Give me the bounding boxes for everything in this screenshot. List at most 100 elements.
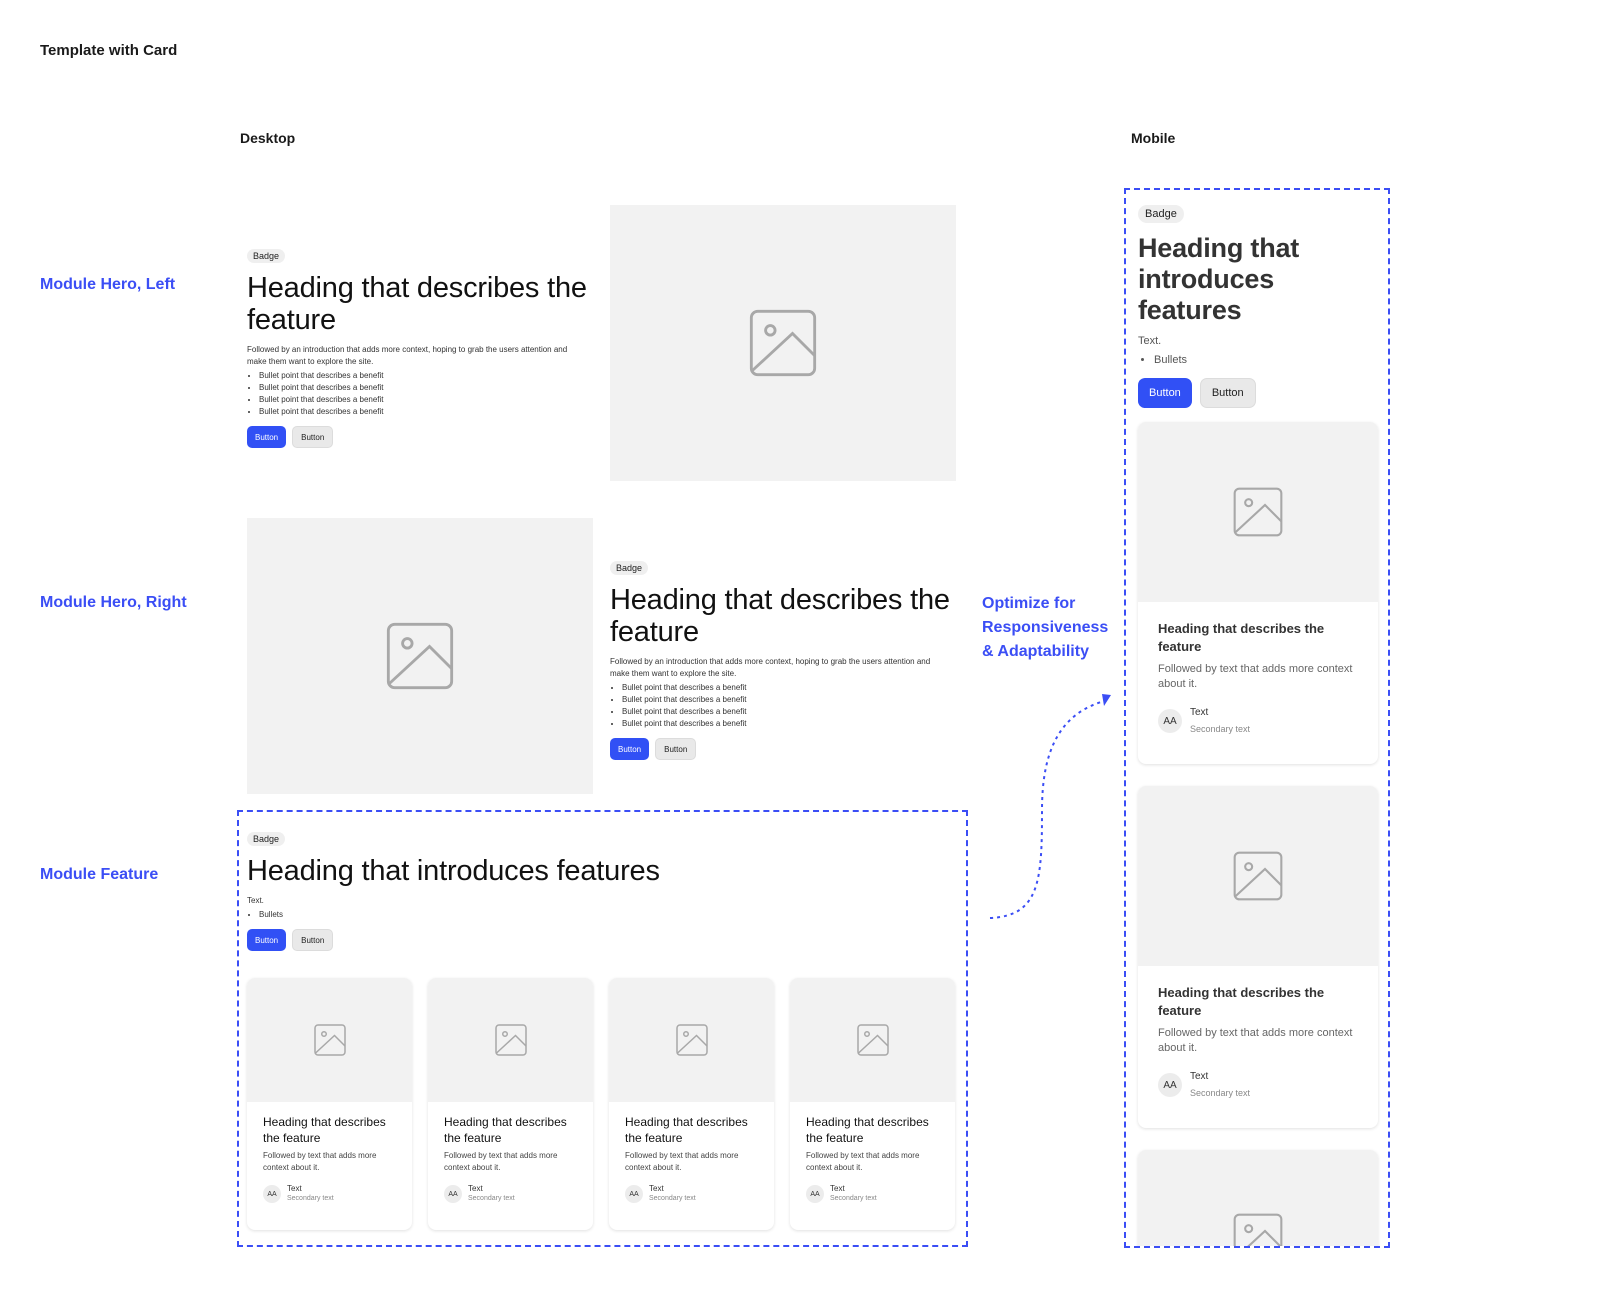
card-meta-secondary: Secondary text bbox=[649, 1195, 696, 1202]
bullet-item: Bullets bbox=[259, 909, 947, 921]
card-meta: AA Text Secondary text bbox=[263, 1184, 396, 1204]
hero-left-bullets: Bullet point that describes a benefit Bu… bbox=[247, 370, 587, 418]
card-meta-secondary: Secondary text bbox=[1190, 1088, 1251, 1098]
card-body: Followed by text that adds more context … bbox=[806, 1151, 920, 1172]
avatar: AA bbox=[806, 1185, 824, 1203]
card-image bbox=[1138, 786, 1378, 966]
feature-buttons: Button Button bbox=[247, 929, 947, 951]
avatar: AA bbox=[625, 1185, 643, 1203]
card-meta-text: Text bbox=[1190, 1071, 1209, 1082]
feature-card[interactable]: Heading that describes the feature Follo… bbox=[428, 978, 593, 1230]
hero-left-badge: Badge bbox=[247, 249, 286, 263]
primary-button[interactable]: Button bbox=[247, 426, 287, 448]
card-image bbox=[1138, 1150, 1378, 1246]
arrow-head-icon bbox=[1102, 694, 1111, 706]
image-icon bbox=[1233, 1213, 1283, 1246]
feature-text: Text. bbox=[247, 896, 264, 905]
card-meta: AA Text Secondary text bbox=[1158, 1070, 1358, 1100]
hero-left-heading: Heading that describes the feature bbox=[247, 272, 587, 336]
card-image bbox=[1138, 422, 1378, 602]
bullet-item: Bullet point that describes a benefit bbox=[622, 718, 950, 730]
card-meta-secondary: Secondary text bbox=[1190, 724, 1251, 734]
annotation-line-1: Optimize for bbox=[982, 595, 1076, 612]
avatar: AA bbox=[1158, 1073, 1182, 1097]
desktop-column-label: Desktop bbox=[240, 130, 296, 146]
image-icon bbox=[1233, 487, 1283, 537]
responsiveness-annotation: Optimize for Responsiveness & Adaptabili… bbox=[982, 592, 1108, 664]
hero-left-buttons: Button Button bbox=[247, 426, 587, 448]
hero-right-content: Badge Heading that describes the feature… bbox=[610, 558, 950, 760]
secondary-button[interactable]: Button bbox=[655, 738, 697, 760]
hero-right-image bbox=[247, 518, 593, 794]
feature-badge: Badge bbox=[247, 832, 286, 846]
feature-card[interactable]: Heading that describes the feature Follo… bbox=[247, 978, 412, 1230]
image-icon bbox=[856, 1024, 889, 1056]
image-icon bbox=[749, 309, 817, 377]
bullet-item: Bullet point that describes a benefit bbox=[259, 382, 587, 394]
mobile-text: Text. bbox=[1138, 335, 1162, 347]
card-heading: Heading that describes the feature bbox=[444, 1115, 567, 1145]
bullet-item: Bullet point that describes a benefit bbox=[259, 394, 587, 406]
mobile-badge: Badge bbox=[1138, 205, 1184, 223]
avatar: AA bbox=[444, 1185, 462, 1203]
annotation-line-3: & Adaptability bbox=[982, 643, 1089, 660]
card-meta: AA Text Secondary text bbox=[806, 1184, 939, 1204]
annotation-line-2: Responsiveness bbox=[982, 619, 1109, 636]
feature-heading: Heading that introduces features bbox=[247, 855, 660, 887]
feature-card[interactable]: Heading that describes the feature Follo… bbox=[790, 978, 955, 1230]
card-meta-secondary: Secondary text bbox=[287, 1195, 334, 1202]
card-body: Followed by text that adds more context … bbox=[625, 1151, 739, 1172]
avatar: AA bbox=[1158, 709, 1182, 733]
card-meta-text: Text bbox=[1190, 707, 1209, 718]
bullet-item: Bullet point that describes a benefit bbox=[622, 706, 950, 718]
card-body: Followed by text that adds more context … bbox=[444, 1151, 558, 1172]
mobile-heading: Heading that introduces features bbox=[1138, 233, 1300, 325]
hero-right-intro: Followed by an introduction that adds mo… bbox=[610, 657, 931, 678]
card-image bbox=[609, 978, 774, 1102]
image-icon bbox=[494, 1024, 527, 1056]
bullet-item: Bullets bbox=[1154, 352, 1378, 368]
card-meta: AA Text Secondary text bbox=[625, 1184, 758, 1204]
hero-left-image bbox=[610, 205, 956, 481]
secondary-button[interactable]: Button bbox=[1199, 378, 1256, 408]
hero-right-badge: Badge bbox=[610, 561, 649, 575]
primary-button[interactable]: Button bbox=[1138, 378, 1192, 408]
image-icon bbox=[386, 622, 454, 690]
mobile-card[interactable]: Heading that describes the feature Follo… bbox=[1138, 422, 1378, 764]
hero-left-intro: Followed by an introduction that adds mo… bbox=[247, 345, 568, 366]
primary-button[interactable]: Button bbox=[610, 738, 650, 760]
mobile-bullets: Bullets bbox=[1138, 352, 1378, 368]
feature-header: Badge Heading that introduces features T… bbox=[247, 829, 947, 951]
page-title: Template with Card bbox=[40, 42, 178, 59]
primary-button[interactable]: Button bbox=[247, 929, 287, 951]
card-meta: AA Text Secondary text bbox=[1158, 706, 1358, 736]
mobile-card[interactable]: Heading that describes the feature Follo… bbox=[1138, 786, 1378, 1128]
card-image bbox=[428, 978, 593, 1102]
row-label-hero-right: Module Hero, Right bbox=[40, 594, 187, 611]
card-heading: Heading that describes the feature bbox=[806, 1115, 929, 1145]
row-label-feature: Module Feature bbox=[40, 866, 159, 883]
card-meta-secondary: Secondary text bbox=[468, 1195, 515, 1202]
hero-left-content: Badge Heading that describes the feature… bbox=[247, 246, 587, 448]
secondary-button[interactable]: Button bbox=[292, 929, 334, 951]
card-meta: AA Text Secondary text bbox=[444, 1184, 577, 1204]
mobile-card-partial[interactable] bbox=[1138, 1150, 1378, 1246]
card-meta-text: Text bbox=[649, 1184, 664, 1193]
card-meta-secondary: Secondary text bbox=[830, 1195, 877, 1202]
secondary-button[interactable]: Button bbox=[292, 426, 334, 448]
avatar: AA bbox=[263, 1185, 281, 1203]
mobile-column-label: Mobile bbox=[1131, 130, 1176, 146]
card-meta-text: Text bbox=[287, 1184, 302, 1193]
mobile-header: Badge Heading that introduces features T… bbox=[1138, 204, 1378, 408]
card-image bbox=[247, 978, 412, 1102]
hero-right-heading: Heading that describes the feature bbox=[610, 584, 950, 648]
responsiveness-arrow bbox=[989, 694, 1111, 919]
card-heading: Heading that describes the feature bbox=[625, 1115, 748, 1145]
card-heading: Heading that describes the feature bbox=[1158, 985, 1325, 1018]
card-meta-text: Text bbox=[830, 1184, 845, 1193]
card-body: Followed by text that adds more context … bbox=[263, 1151, 377, 1172]
bullet-item: Bullet point that describes a benefit bbox=[622, 694, 950, 706]
card-body: Followed by text that adds more context … bbox=[1158, 663, 1353, 690]
bullet-item: Bullet point that describes a benefit bbox=[622, 682, 950, 694]
feature-card[interactable]: Heading that describes the feature Follo… bbox=[609, 978, 774, 1230]
